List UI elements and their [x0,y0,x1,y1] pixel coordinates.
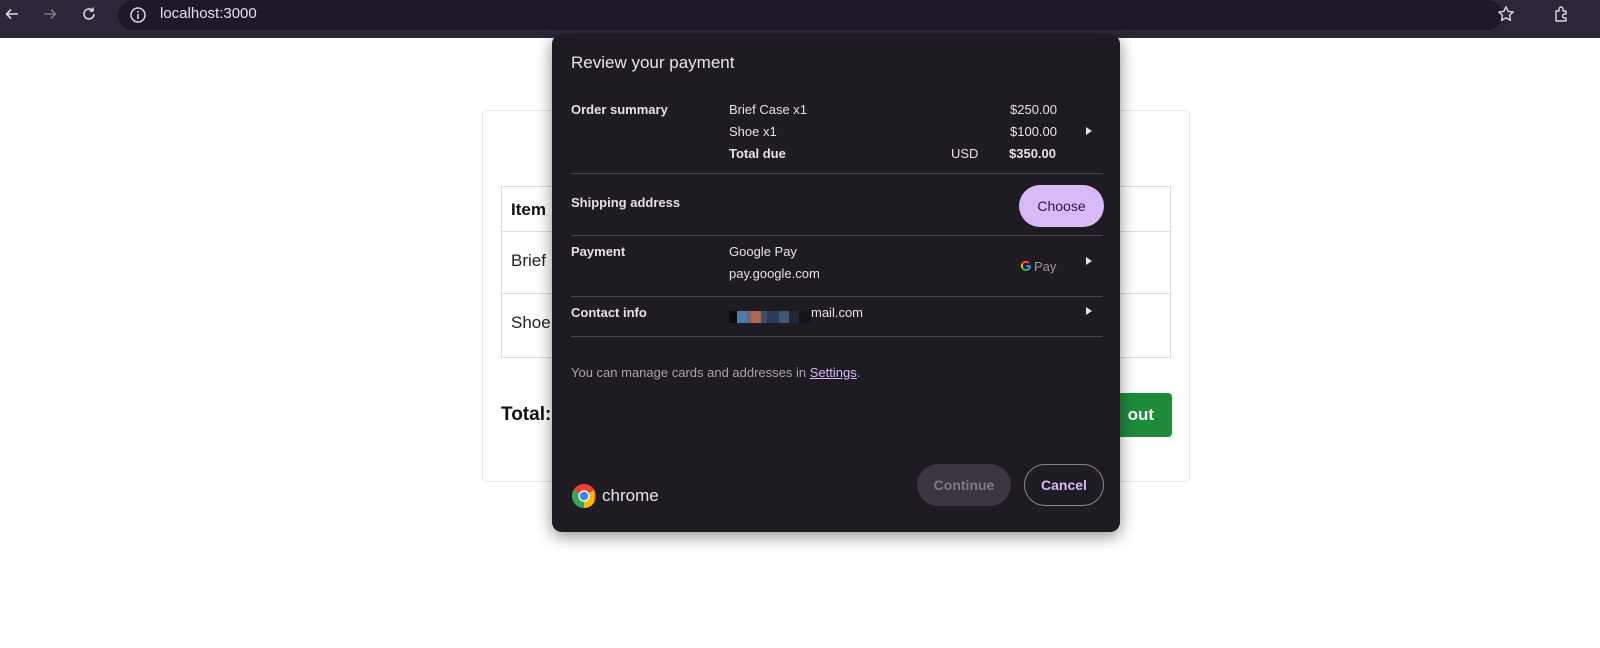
puzzle-icon [1555,6,1567,22]
total-due-amount: $350.00 [1009,146,1056,161]
url-text: localhost:3000 [160,5,257,22]
manage-text-body: You can manage cards and addresses in [571,365,810,380]
bookmark-button[interactable] [1494,2,1518,26]
currency-code: USD [951,146,979,161]
reload-icon [83,7,95,20]
site-info-button[interactable] [126,3,150,27]
redacted-email [729,311,811,323]
google-pay-logo: Pay [1020,258,1056,274]
order-item-name: Brief Case x1 [729,102,808,117]
address-bar[interactable] [118,0,1502,30]
chrome-brand-text: chrome [602,486,659,505]
continue-button[interactable]: Continue [917,464,1011,506]
section-divider [571,173,1103,174]
arrow-left-icon [5,8,18,20]
payment-expand-icon[interactable] [1084,256,1094,266]
payment-dialog: Review your payment Order summary Brief … [552,34,1120,532]
table-header-item: Item [511,200,546,219]
section-divider [571,336,1103,337]
section-divider [571,235,1103,236]
settings-link[interactable]: Settings [810,365,857,380]
browser-toolbar: localhost:3000 [0,0,1600,38]
payment-label: Payment [571,244,626,259]
order-summary-label: Order summary [571,102,668,117]
contact-email-suffix: mail.com [811,305,864,320]
choose-shipping-button[interactable]: Choose [1019,185,1104,227]
contact-expand-icon[interactable] [1084,306,1094,316]
order-item-name: Shoe x1 [729,124,777,139]
back-button[interactable] [0,2,24,26]
order-item-price: $100.00 [1010,124,1057,139]
payment-method: Google Pay [729,244,797,259]
section-divider [571,296,1103,297]
order-summary-expand-icon[interactable] [1084,126,1094,136]
contact-info-label: Contact info [571,305,647,320]
order-item-price: $250.00 [1010,102,1057,117]
shipping-address-label: Shipping address [571,195,681,210]
reload-button[interactable] [77,2,101,26]
extensions-button[interactable] [1550,2,1574,26]
google-g-icon [1020,260,1031,272]
total-label: Total: [501,404,552,425]
cancel-button[interactable]: Cancel [1024,464,1104,506]
table-row: Brief [511,251,546,270]
manage-text-end: . [856,365,861,380]
payment-domain: pay.google.com [729,266,820,281]
google-pay-text: Pay [1034,258,1057,274]
manage-text: You can manage cards and addresses in Se… [571,365,860,380]
chrome-logo-icon [571,484,596,508]
arrow-right-icon [44,8,57,20]
forward-button[interactable] [38,2,62,26]
table-row: Shoe [511,313,551,332]
info-icon [130,7,146,23]
dialog-title: Review your payment [571,53,735,72]
star-icon [1498,6,1514,22]
total-due-label: Total due [729,146,786,161]
